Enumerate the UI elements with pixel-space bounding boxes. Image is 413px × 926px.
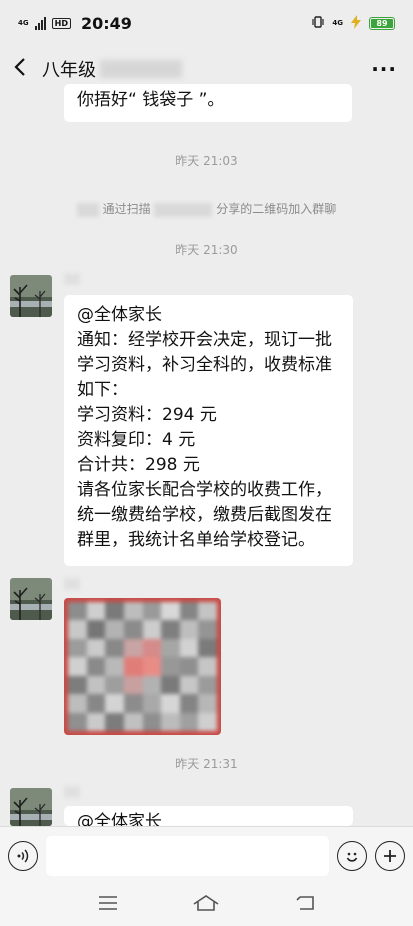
message-input[interactable] xyxy=(46,835,329,876)
message-text: @全体家长 xyxy=(77,812,162,826)
network-type-label-2: 4G xyxy=(332,18,343,27)
timestamp: 昨天 21:30 xyxy=(175,243,238,257)
system-notice: 通过扫描 分享的二维码加入群聊 xyxy=(0,200,413,217)
redacted-title-part xyxy=(100,60,182,78)
voice-icon[interactable] xyxy=(8,840,38,871)
notice-message-bubble[interactable]: @全体家长 通知：经学校开会决定，现订一批 学习资料，补习全科的，收费标准 如下… xyxy=(64,295,353,566)
notice-line: 学习资料：294 元 xyxy=(77,405,217,425)
emoji-icon[interactable] xyxy=(337,840,367,871)
network-type-label: 4G xyxy=(18,18,29,27)
system-nav-bar xyxy=(0,884,413,926)
message-bubble[interactable]: 你捂好“ 钱袋子 ”。 xyxy=(64,84,352,122)
system-notice-text-2: 分享的二维码加入群聊 xyxy=(216,202,337,216)
system-notice-text-1: 通过扫描 xyxy=(102,202,151,216)
notice-line: 统一缴费给学校，缴费后截图发在 xyxy=(77,505,332,525)
hd-badge: HD xyxy=(51,17,71,29)
vibrate-icon xyxy=(311,15,325,32)
pixelated-qr-image xyxy=(68,602,217,731)
more-dots-icon[interactable]: ··· xyxy=(371,57,403,81)
chevron-left-icon[interactable] xyxy=(10,56,36,83)
chat-title: 八年级 xyxy=(42,60,96,81)
notice-line: 群里，我统计名单给学校登记。 xyxy=(77,530,315,550)
input-bar xyxy=(0,826,413,884)
signal-icon xyxy=(34,16,46,30)
notice-line: 通知：经学校开会决定，现订一批 xyxy=(77,330,332,350)
redacted-name xyxy=(154,202,213,217)
notice-line: 合计共：298 元 xyxy=(77,455,200,475)
charging-icon xyxy=(350,14,362,32)
notice-line: @全体家长 xyxy=(77,305,162,325)
qr-code-image-message[interactable] xyxy=(64,598,221,735)
battery-icon: 89 xyxy=(369,16,395,30)
notice-line: 如下： xyxy=(77,380,128,400)
home-icon[interactable] xyxy=(192,894,220,916)
redacted-sender-name xyxy=(64,578,80,590)
battery-level: 89 xyxy=(376,18,388,28)
notice-line: 请各位家长配合学校的收费工作， xyxy=(77,480,332,500)
plus-icon[interactable] xyxy=(375,840,405,871)
status-time: 20:49 xyxy=(80,13,132,33)
redacted-sender-name xyxy=(64,786,80,798)
timestamp: 昨天 21:03 xyxy=(175,154,238,168)
back-icon[interactable] xyxy=(294,894,316,916)
redacted-name xyxy=(76,202,99,217)
menu-icon[interactable] xyxy=(97,895,119,915)
avatar[interactable] xyxy=(10,788,52,826)
notice-line: 学习资料，补习全科的，收费标准 xyxy=(77,355,332,375)
notice-line: 资料复印：4 元 xyxy=(77,430,196,450)
redacted-sender-name xyxy=(64,273,80,285)
message-bubble[interactable]: @全体家长 xyxy=(64,806,353,826)
avatar[interactable] xyxy=(10,578,52,620)
avatar[interactable] xyxy=(10,275,52,317)
timestamp: 昨天 21:31 xyxy=(175,757,238,771)
status-bar: 4G HD 20:49 4G 89 xyxy=(0,0,413,46)
message-text: 你捂好“ 钱袋子 ”。 xyxy=(77,90,225,110)
